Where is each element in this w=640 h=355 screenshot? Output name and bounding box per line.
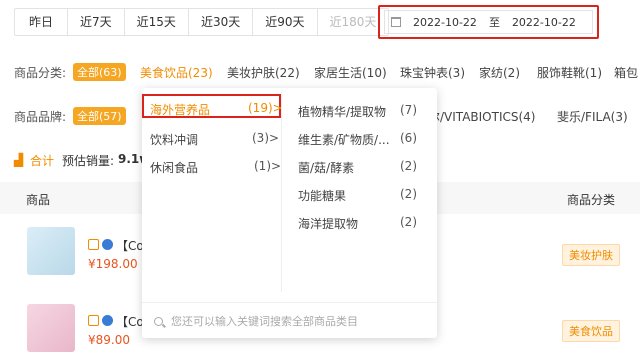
tab-7-days[interactable]: 近7天 <box>68 9 125 35</box>
leaf-category-marine-extract[interactable]: 海洋提取物 <box>298 215 358 232</box>
store-badge-icon <box>88 239 99 250</box>
subcategory-count: (19)> <box>248 101 283 115</box>
category-beauty[interactable]: 美妆护肤(22) <box>227 64 300 81</box>
leaf-category-candy[interactable]: 功能糖果 <box>298 187 346 204</box>
category-food-drink[interactable]: 美食饮品(23) <box>140 64 213 81</box>
category-search-input[interactable]: 您还可以输入关键词搜索全部商品类目 <box>142 302 437 339</box>
search-icon <box>154 316 163 326</box>
product-price: ¥198.00 <box>88 257 138 271</box>
subcategory-snacks[interactable]: 休闲食品 <box>150 159 198 176</box>
tab-yesterday[interactable]: 昨日 <box>15 9 69 35</box>
dropdown-divider <box>281 92 282 292</box>
header-product: 商品 <box>26 193 51 207</box>
leaf-count: (7) <box>400 103 417 117</box>
subcategory-drinks[interactable]: 饮料冲调 <box>150 131 198 148</box>
category-bags[interactable]: 箱包 <box>614 64 638 81</box>
calendar-icon <box>391 17 401 27</box>
date-separator: 至 <box>488 16 500 29</box>
leaf-category-vitamins[interactable]: 维生素/矿物质/... <box>298 131 390 148</box>
category-tag: 美食饮品 <box>562 320 620 342</box>
start-date[interactable]: 2022-10-22 <box>413 16 477 29</box>
date-picker[interactable]: 2022-10-22 至 2022-10-22 <box>384 10 593 34</box>
category-home[interactable]: 家居生活(10) <box>314 64 387 81</box>
product-image[interactable] <box>27 304 75 352</box>
date-picker-highlight: 2022-10-22 至 2022-10-22 <box>378 5 599 39</box>
subcategory-count: (1)> <box>254 159 282 173</box>
tab-30-days[interactable]: 近30天 <box>189 9 254 35</box>
brand-all-chip[interactable]: 全部(57) <box>73 107 126 125</box>
subcategory-count: (3)> <box>252 131 280 145</box>
subcategory-overseas-nutrition[interactable]: 海外营养品 <box>150 101 210 118</box>
leaf-category-enzymes[interactable]: 菌/菇/酵素 <box>298 159 354 176</box>
product-price: ¥89.00 <box>88 333 130 347</box>
header-category: 商品分类 <box>567 193 616 207</box>
leaf-count: (2) <box>400 215 417 229</box>
product-title[interactable]: 【Co <box>116 313 144 330</box>
leaf-count: (2) <box>400 159 417 173</box>
category-jewelry[interactable]: 珠宝钟表(3) <box>400 64 465 81</box>
product-image[interactable] <box>27 227 75 275</box>
brand-row-label: 商品品牌: <box>14 110 67 124</box>
category-row-label: 商品分类: <box>14 66 67 80</box>
leaf-count: (6) <box>400 131 417 145</box>
award-icon <box>102 239 113 250</box>
category-all-chip[interactable]: 全部(63) <box>73 63 126 81</box>
brand-fila[interactable]: 斐乐/FILA(3) <box>557 108 628 125</box>
award-icon <box>102 315 113 326</box>
category-tag: 美妆护肤 <box>562 244 620 266</box>
date-range-tabs: 昨日 近7天 近15天 近30天 近90天 近180天 <box>14 8 390 36</box>
chart-icon: ▟ <box>14 153 24 167</box>
leaf-count: (2) <box>400 187 417 201</box>
summary-label: 合计 <box>30 154 55 168</box>
category-textile[interactable]: 家纺(2) <box>479 64 520 81</box>
category-dropdown: 海外营养品 (19)> 饮料冲调 (3)> 休闲食品 (1)> 植物精华/提取物… <box>142 88 437 338</box>
sales-label: 预估销量: <box>62 154 115 168</box>
category-apparel[interactable]: 服饰鞋靴(1) <box>537 64 602 81</box>
end-date[interactable]: 2022-10-22 <box>512 16 576 29</box>
store-badge-icon <box>88 315 99 326</box>
leaf-category-plant-extract[interactable]: 植物精华/提取物 <box>298 103 386 120</box>
search-placeholder: 您还可以输入关键词搜索全部商品类目 <box>171 315 358 328</box>
tab-15-days[interactable]: 近15天 <box>125 9 189 35</box>
tab-90-days[interactable]: 近90天 <box>253 9 318 35</box>
